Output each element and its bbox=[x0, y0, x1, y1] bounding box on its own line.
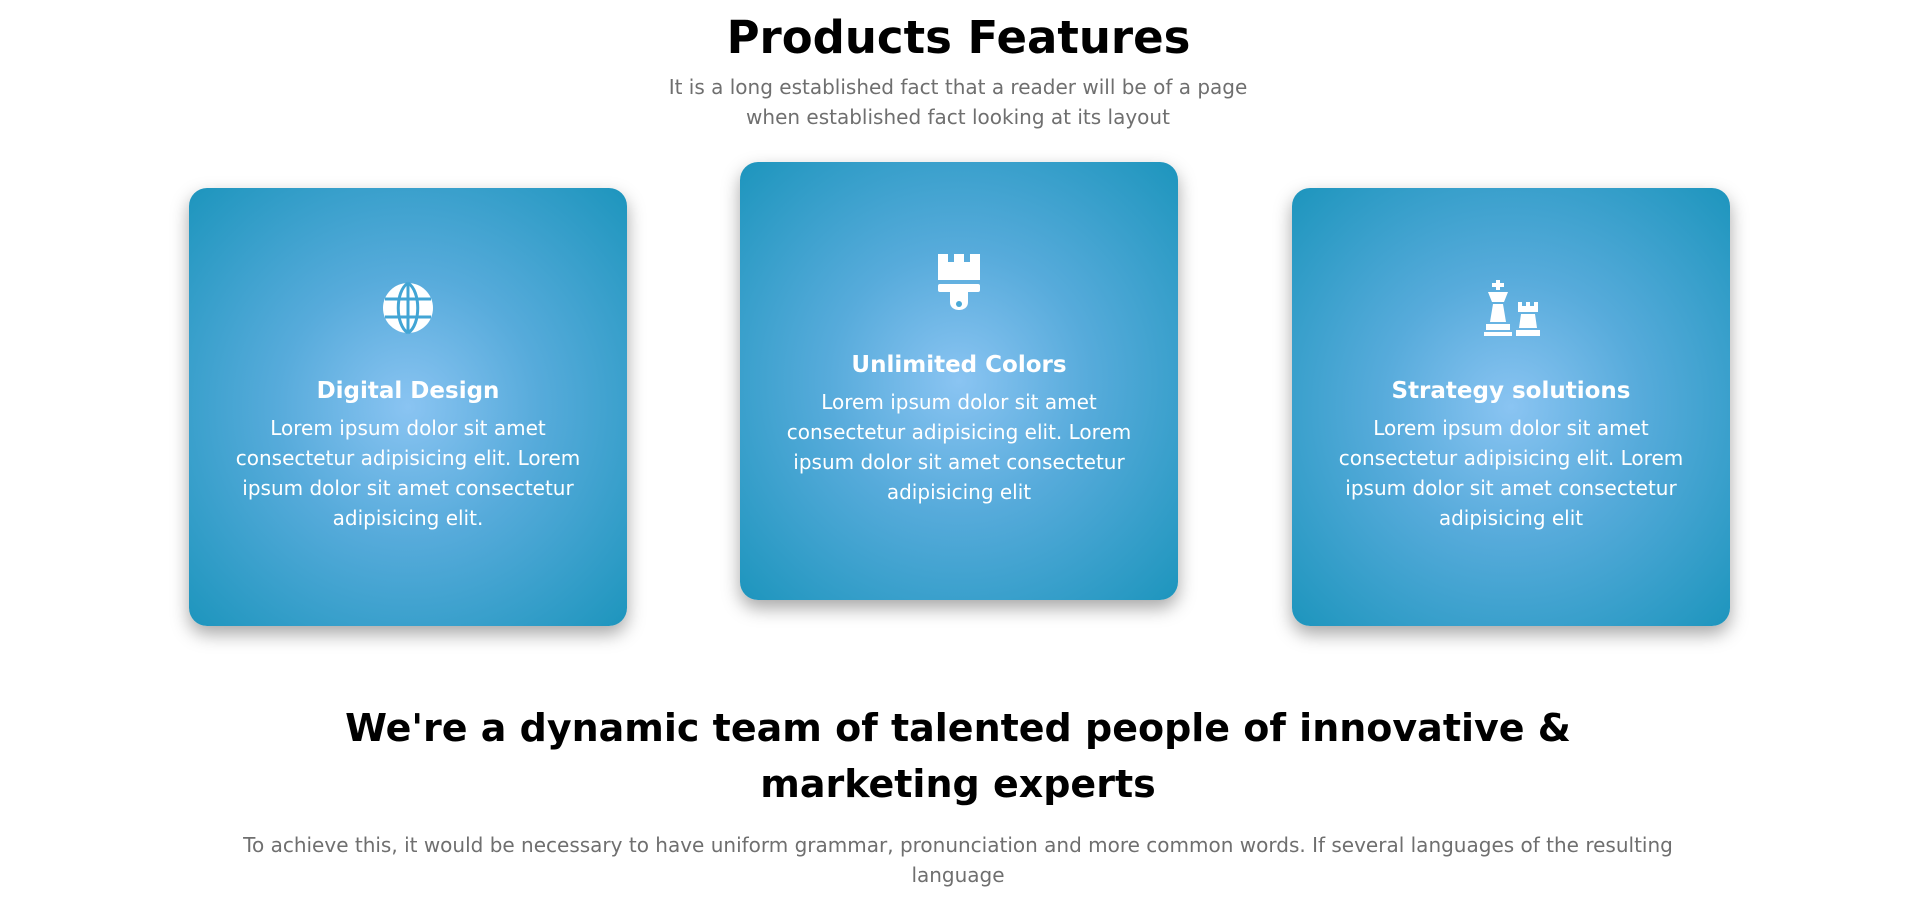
card-title: Digital Design bbox=[316, 378, 500, 404]
team-description: To achieve this, it would be necessary t… bbox=[243, 833, 1673, 887]
feature-card-strategy-solutions: Strategy solutions Lorem ipsum dolor sit… bbox=[1292, 188, 1730, 626]
card-title: Unlimited Colors bbox=[851, 352, 1067, 378]
team-heading: We're a dynamic team of talented people … bbox=[345, 706, 1571, 806]
products-features-section: Products Features It is a long establish… bbox=[0, 0, 1917, 908]
card-text: Lorem ipsum dolor sit amet consectetur a… bbox=[1338, 416, 1684, 530]
paint-brush-icon bbox=[740, 252, 1178, 312]
section-subtitle: It is a long established fact that a rea… bbox=[668, 75, 1248, 129]
chess-icon bbox=[1292, 278, 1730, 338]
card-title: Strategy solutions bbox=[1391, 378, 1631, 404]
card-text: Lorem ipsum dolor sit amet consectetur a… bbox=[235, 416, 581, 530]
globe-icon bbox=[189, 278, 627, 338]
feature-card-unlimited-colors: Unlimited Colors Lorem ipsum dolor sit a… bbox=[740, 162, 1178, 600]
card-text: Lorem ipsum dolor sit amet consectetur a… bbox=[786, 390, 1132, 504]
section-title: Products Features bbox=[726, 11, 1191, 64]
feature-card-digital-design: Digital Design Lorem ipsum dolor sit ame… bbox=[189, 188, 627, 626]
